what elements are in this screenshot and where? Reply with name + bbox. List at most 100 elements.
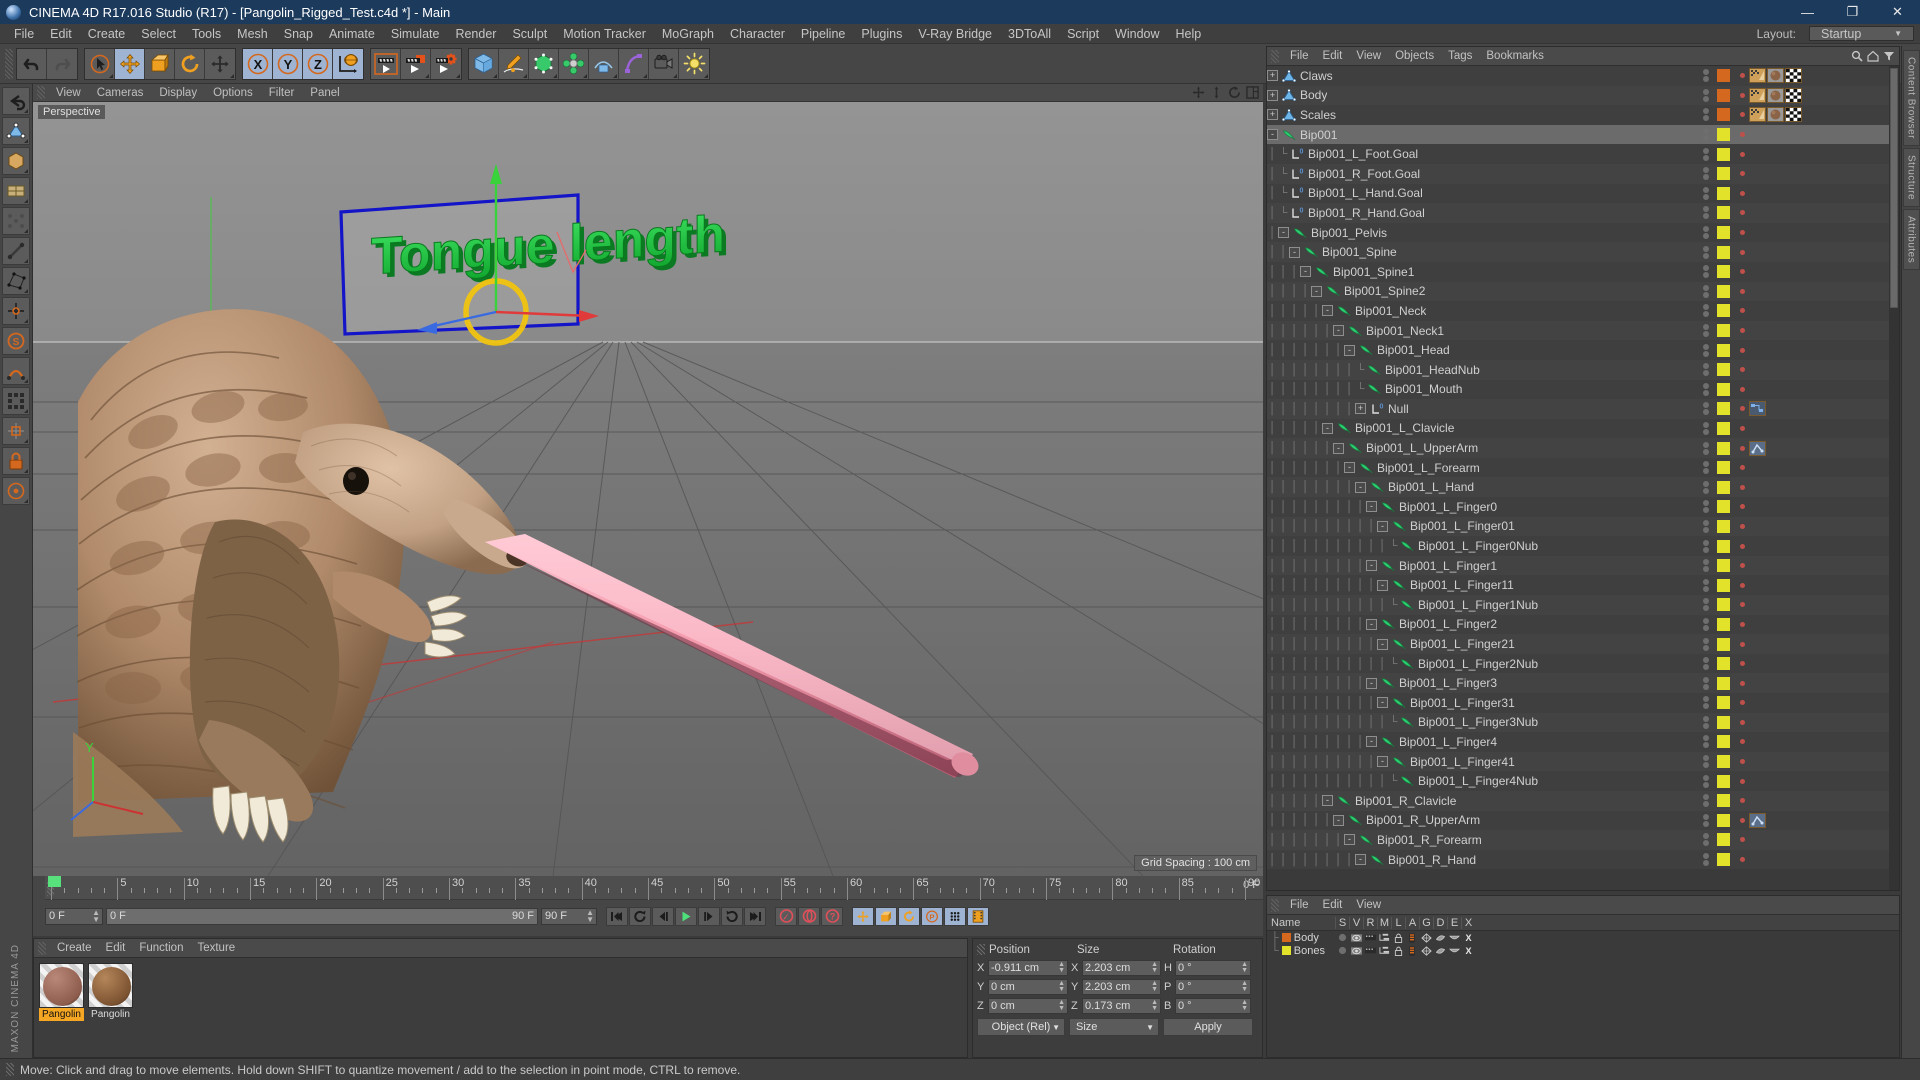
spinner-icon[interactable]: ▲ ▼ <box>92 909 100 924</box>
layer-color-swatch[interactable] <box>1717 69 1730 83</box>
render-dots[interactable] <box>1735 523 1749 529</box>
viewport-menu-filter[interactable]: Filter <box>261 87 303 99</box>
layer-color-swatch[interactable] <box>1717 617 1730 631</box>
object-row-bip001-l-hand-goal[interactable]: │ └ 0 Bip001_L_Hand.Goal <box>1267 183 1899 204</box>
visibility-dots[interactable] <box>1695 167 1717 181</box>
visibility-dots[interactable] <box>1695 657 1717 671</box>
render-dots[interactable] <box>1735 328 1749 334</box>
render-dots[interactable] <box>1735 700 1749 706</box>
visibility-dots[interactable] <box>1695 186 1717 200</box>
render-dots[interactable] <box>1735 759 1749 765</box>
visibility-dots[interactable] <box>1695 265 1717 279</box>
visibility-dots[interactable] <box>1695 284 1717 298</box>
object-row-bip001-neck1[interactable]: │ │ │ │ │ │ - Bip001_Neck1 <box>1267 320 1899 341</box>
tree-expander[interactable]: - <box>1322 422 1333 434</box>
layer-toggle-e[interactable] <box>1447 947 1461 955</box>
layer-color-swatch[interactable] <box>1717 813 1730 827</box>
tree-expander[interactable]: - <box>1344 344 1355 356</box>
visibility-dots[interactable] <box>1695 343 1717 357</box>
layer-color-swatch[interactable] <box>1717 245 1730 259</box>
layer-color-swatch[interactable] <box>1717 167 1730 181</box>
object-row-bip001-l-finger31[interactable]: │ │ │ │ │ │ │ │ │ │ - Bip001_L_Finger31 <box>1267 693 1899 713</box>
render-dots[interactable] <box>1735 778 1749 784</box>
spinner-icon[interactable]: ▲ ▼ <box>1058 999 1065 1012</box>
layer-toggle-g[interactable] <box>1419 932 1433 943</box>
bend-deformer-button[interactable] <box>619 48 649 79</box>
tree-expander[interactable]: - <box>1267 129 1278 141</box>
spinner-icon[interactable]: ▲ ▼ <box>1058 980 1065 993</box>
object-row-bip001-l-finger3nub[interactable]: │ │ │ │ │ │ │ │ │ │ │ └ Bip001_L_Finger3Nub <box>1267 712 1899 733</box>
move-view-icon[interactable] <box>1192 86 1205 99</box>
key-pla-button[interactable] <box>944 906 966 926</box>
viewport-grip[interactable] <box>37 86 45 99</box>
object-row-bip001-neck[interactable]: │ │ │ │ │ - Bip001_Neck <box>1267 301 1899 321</box>
layer-color-swatch[interactable] <box>1717 186 1730 200</box>
tree-expander[interactable]: - <box>1289 246 1300 258</box>
layer-row-bones[interactable]: └ Bones X <box>1267 944 1899 957</box>
layer-color-swatch[interactable] <box>1717 500 1730 514</box>
visibility-dots[interactable] <box>1695 382 1717 396</box>
object-row-bip001-r-forearm[interactable]: │ │ │ │ │ │ │ - Bip001_R_Forearm <box>1267 830 1899 850</box>
tree-expander[interactable]: - <box>1355 854 1366 866</box>
texture-tag[interactable] <box>1749 107 1766 123</box>
position-x-input[interactable]: -0.911 cm ▲ ▼ <box>988 959 1068 976</box>
tree-expander[interactable]: - <box>1333 442 1344 454</box>
menu-item-create[interactable]: Create <box>80 24 134 44</box>
render-dots[interactable] <box>1735 230 1749 236</box>
material-tag[interactable] <box>1767 87 1784 103</box>
tree-expander[interactable]: - <box>1322 305 1333 317</box>
layer-toggle-e[interactable] <box>1447 934 1461 942</box>
layer-color-swatch[interactable] <box>1717 559 1730 573</box>
tree-expander[interactable]: - <box>1344 462 1355 474</box>
pivot-button[interactable] <box>2 477 30 505</box>
tree-expander[interactable]: - <box>1278 227 1289 239</box>
layer-toggle-s[interactable] <box>1335 933 1349 942</box>
viewport-menu-panel[interactable]: Panel <box>302 87 347 99</box>
layer-color-swatch[interactable] <box>1717 853 1730 867</box>
move-alt-button[interactable] <box>205 48 235 79</box>
mat-menu-function[interactable]: Function <box>132 942 190 954</box>
render-dots[interactable] <box>1735 269 1749 275</box>
toolbar-grip[interactable] <box>5 48 13 79</box>
object-row-bip001-l-finger01[interactable]: │ │ │ │ │ │ │ │ │ │ - Bip001_L_Finger01 <box>1267 516 1899 537</box>
visibility-dots[interactable] <box>1695 69 1717 83</box>
visibility-dots[interactable] <box>1695 441 1717 455</box>
layer-color-swatch[interactable] <box>1717 206 1730 220</box>
material-tag[interactable] <box>1767 68 1784 84</box>
size-z-input[interactable]: 0.173 cm ▲ ▼ <box>1082 997 1161 1014</box>
menu-item-plugins[interactable]: Plugins <box>853 24 910 44</box>
render-dots[interactable] <box>1735 210 1749 216</box>
render-dots[interactable] <box>1735 249 1749 255</box>
spinner-icon[interactable]: ▲ ▼ <box>1151 961 1158 974</box>
om-menu-file[interactable]: File <box>1283 50 1316 62</box>
tree-expander[interactable]: + <box>1267 89 1278 101</box>
object-row-bip001-l-forearm[interactable]: │ │ │ │ │ │ │ - Bip001_L_Forearm <box>1267 457 1899 478</box>
object-row-bip001-spine1[interactable]: │ │ │ - Bip001_Spine1 <box>1267 261 1899 282</box>
layer-color-swatch[interactable] <box>1717 519 1730 533</box>
camera-button[interactable] <box>649 48 679 79</box>
viewport-menu-view[interactable]: View <box>48 87 89 99</box>
y-axis-button[interactable]: Y <box>273 48 303 79</box>
object-row-bip001-r-hand[interactable]: │ │ │ │ │ │ │ │ - Bip001_R_Hand <box>1267 849 1899 870</box>
layer-toggle-g[interactable] <box>1419 945 1433 956</box>
world-coordinate-button[interactable] <box>333 48 363 79</box>
x-axis-button[interactable]: X <box>243 48 273 79</box>
layer-color-swatch[interactable] <box>1717 598 1730 612</box>
layer-color-swatch[interactable] <box>1717 402 1730 416</box>
object-row-bip001-l-upperarm[interactable]: │ │ │ │ │ │ - Bip001_L_UpperArm <box>1267 438 1899 458</box>
spinner-icon[interactable]: ▲ ▼ <box>1058 961 1065 974</box>
render-dots[interactable] <box>1735 288 1749 294</box>
visibility-dots[interactable] <box>1695 774 1717 788</box>
layer-color-swatch[interactable] <box>1717 637 1730 651</box>
render-dots[interactable] <box>1735 661 1749 667</box>
tree-expander[interactable]: - <box>1377 579 1388 591</box>
tree-expander[interactable]: - <box>1377 756 1388 768</box>
rotation-h-input[interactable]: 0 ° ▲ ▼ <box>1175 959 1251 976</box>
make-editable-button[interactable] <box>2 117 30 145</box>
visibility-dots[interactable] <box>1695 304 1717 318</box>
layer-color-swatch[interactable] <box>1717 88 1730 102</box>
tree-expander[interactable]: - <box>1311 285 1322 297</box>
render-dots[interactable] <box>1735 621 1749 627</box>
tree-expander[interactable]: + <box>1267 109 1278 121</box>
tree-expander[interactable]: - <box>1355 481 1366 493</box>
